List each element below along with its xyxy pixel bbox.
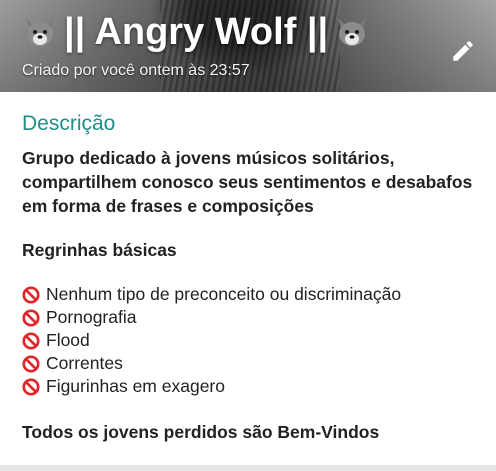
description-section: Descrição Grupo dedicado à jovens músico… <box>22 112 482 443</box>
divider <box>0 465 496 471</box>
group-header: || Angry Wolf || Criado por você ontem à… <box>0 0 496 92</box>
rules-title: Regrinhas básicas <box>22 240 177 260</box>
list-item: Figurinhas em exagero <box>22 375 482 398</box>
pencil-icon <box>453 41 473 61</box>
rule-label: Correntes <box>46 353 123 373</box>
rule-label: Pornografia <box>46 307 137 327</box>
group-title-text: || Angry Wolf || <box>64 10 329 53</box>
wolf-icon <box>22 14 58 50</box>
closing-text: Todos os jovens perdidos são Bem-Vindos <box>22 422 380 442</box>
prohibited-icon <box>22 285 40 304</box>
list-item: Nenhum tipo de preconceito ou discrimina… <box>22 283 482 306</box>
rule-label: Flood <box>46 330 90 350</box>
prohibited-icon <box>22 354 40 373</box>
wolf-icon <box>334 14 370 50</box>
rules-list: Nenhum tipo de preconceito ou discrimina… <box>22 283 482 398</box>
created-info: Criado por você ontem às 23:57 <box>22 62 250 79</box>
description-text: Grupo dedicado à jovens músicos solitári… <box>22 148 473 216</box>
rule-label: Figurinhas em exagero <box>46 376 225 396</box>
list-item: Flood <box>22 329 482 352</box>
list-item: Pornografia <box>22 306 482 329</box>
prohibited-icon <box>22 308 40 327</box>
list-item: Correntes <box>22 352 482 375</box>
group-title: || Angry Wolf || <box>22 10 370 54</box>
edit-button[interactable] <box>448 36 478 66</box>
prohibited-icon <box>22 377 40 396</box>
rule-label: Nenhum tipo de preconceito ou discrimina… <box>46 284 402 304</box>
prohibited-icon <box>22 331 40 350</box>
section-title: Descrição <box>22 112 116 135</box>
